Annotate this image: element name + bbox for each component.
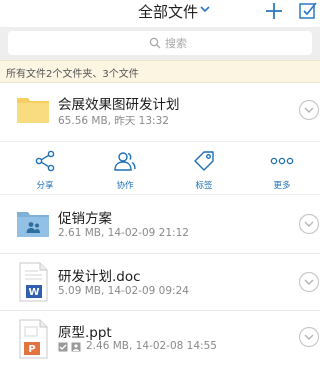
more-button[interactable]: 更多 (252, 142, 312, 196)
add-button[interactable] (262, 0, 286, 22)
search-icon (149, 37, 161, 49)
chevron-down-icon[interactable] (298, 271, 320, 293)
file-meta: 5.09 MB, 14-02-09 09:24 (58, 285, 189, 297)
tag-icon (194, 151, 214, 171)
file-name: 原型.ppt (58, 325, 112, 341)
collaborate-status-icon (71, 342, 81, 352)
file-meta: 2.46 MB, 14-02-08 14:55 (86, 340, 217, 352)
more-icon (270, 157, 294, 165)
word-file-icon: W (19, 262, 48, 302)
chevron-down-icon[interactable] (199, 4, 211, 14)
list-item[interactable]: 促销方案 2.61 MB, 14-02-09 21:12 (0, 196, 320, 253)
folder-icon (17, 98, 49, 123)
file-meta: 2.61 MB, 14-02-09 21:12 (58, 227, 189, 239)
list-item[interactable]: P 原型.ppt 2.46 MB, 14-02-08 14:55 (0, 311, 320, 377)
search-bar: 搜索 (0, 27, 320, 60)
svg-text:W: W (28, 287, 39, 298)
file-name: 促销方案 (58, 211, 112, 227)
share-button[interactable]: 分享 (15, 142, 75, 196)
page-title[interactable]: 全部文件 (138, 1, 198, 22)
ppt-file-icon: P (19, 319, 48, 359)
sync-status-icon (58, 342, 68, 352)
collaborate-icon (114, 152, 136, 171)
more-label: 更多 (273, 181, 291, 191)
top-bar: 全部文件 (0, 0, 320, 27)
chevron-down-icon[interactable] (298, 326, 320, 348)
tag-label: 标签 (195, 181, 213, 191)
search-placeholder: 搜索 (165, 37, 187, 50)
shared-folder-icon (17, 212, 49, 237)
search-input[interactable]: 搜索 (8, 31, 312, 55)
file-name: 研发计划.doc (58, 269, 141, 285)
file-name: 会展效果图研发计划 (58, 97, 180, 113)
file-meta: 65.56 MB, 昨天 13:32 (58, 115, 169, 127)
file-summary-text: 所有文件2个文件夹、3个文件 (6, 69, 139, 80)
svg-text:P: P (28, 344, 35, 355)
collaborate-label: 协作 (116, 181, 134, 191)
file-summary-bar: 所有文件2个文件夹、3个文件 (0, 60, 320, 83)
collaborate-button[interactable]: 协作 (95, 142, 155, 196)
tag-button[interactable]: 标签 (174, 142, 234, 196)
list-item[interactable]: 会展效果图研发计划 65.56 MB, 昨天 13:32 (0, 84, 320, 141)
share-icon (35, 150, 55, 172)
list-item[interactable]: W 研发计划.doc 5.09 MB, 14-02-09 09:24 (0, 254, 320, 310)
chevron-down-icon[interactable] (298, 213, 320, 235)
edit-button[interactable] (297, 0, 319, 22)
share-label: 分享 (36, 181, 54, 191)
chevron-down-icon[interactable] (298, 99, 320, 121)
file-actions-bar: 分享 协作 标签 更多 (0, 141, 320, 195)
